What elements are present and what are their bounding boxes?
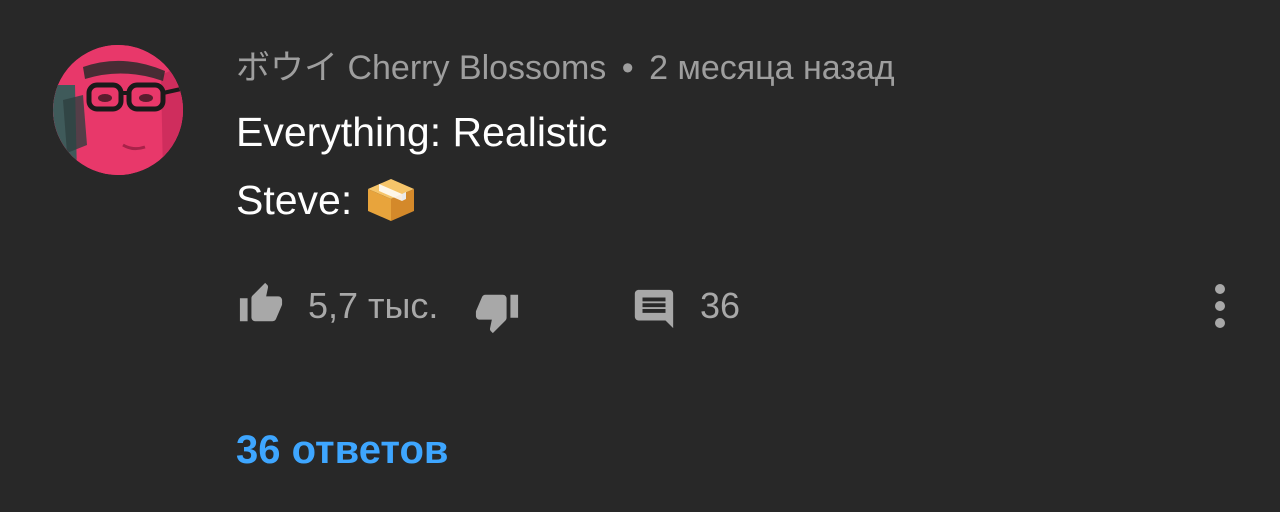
comment-text-line: Everything: Realistic: [236, 109, 608, 155]
comment-text-line-2: Steve:: [236, 176, 416, 224]
comment-text: Steve:: [236, 177, 353, 223]
author-name[interactable]: ボウイ Cherry Blossoms: [236, 49, 606, 87]
thumbs-down-icon: [475, 294, 519, 334]
reply-button[interactable]: [628, 286, 680, 332]
more-vertical-icon: [1215, 284, 1225, 328]
dislike-button[interactable]: [470, 288, 524, 336]
comment-item: ボウイ Cherry Blossoms • 2 месяца назад Eve…: [0, 0, 1280, 512]
comment-meta: ボウイ Cherry Blossoms • 2 месяца назад: [236, 48, 895, 88]
comment-icon: [634, 289, 674, 329]
thumbs-up-icon: [239, 282, 283, 322]
comment-actions: 5,7 тыс. 36: [0, 280, 1280, 336]
more-options-button[interactable]: [1200, 282, 1240, 330]
meta-separator: •: [621, 49, 634, 87]
reply-count: 36: [700, 285, 741, 326]
avatar[interactable]: [53, 45, 183, 175]
like-button[interactable]: [234, 280, 288, 328]
timestamp: 2 месяца назад: [649, 49, 895, 87]
like-count: 5,7 тыс.: [308, 285, 439, 326]
view-replies-link[interactable]: 36 ответов: [236, 426, 449, 474]
package-box-icon: [366, 177, 416, 223]
